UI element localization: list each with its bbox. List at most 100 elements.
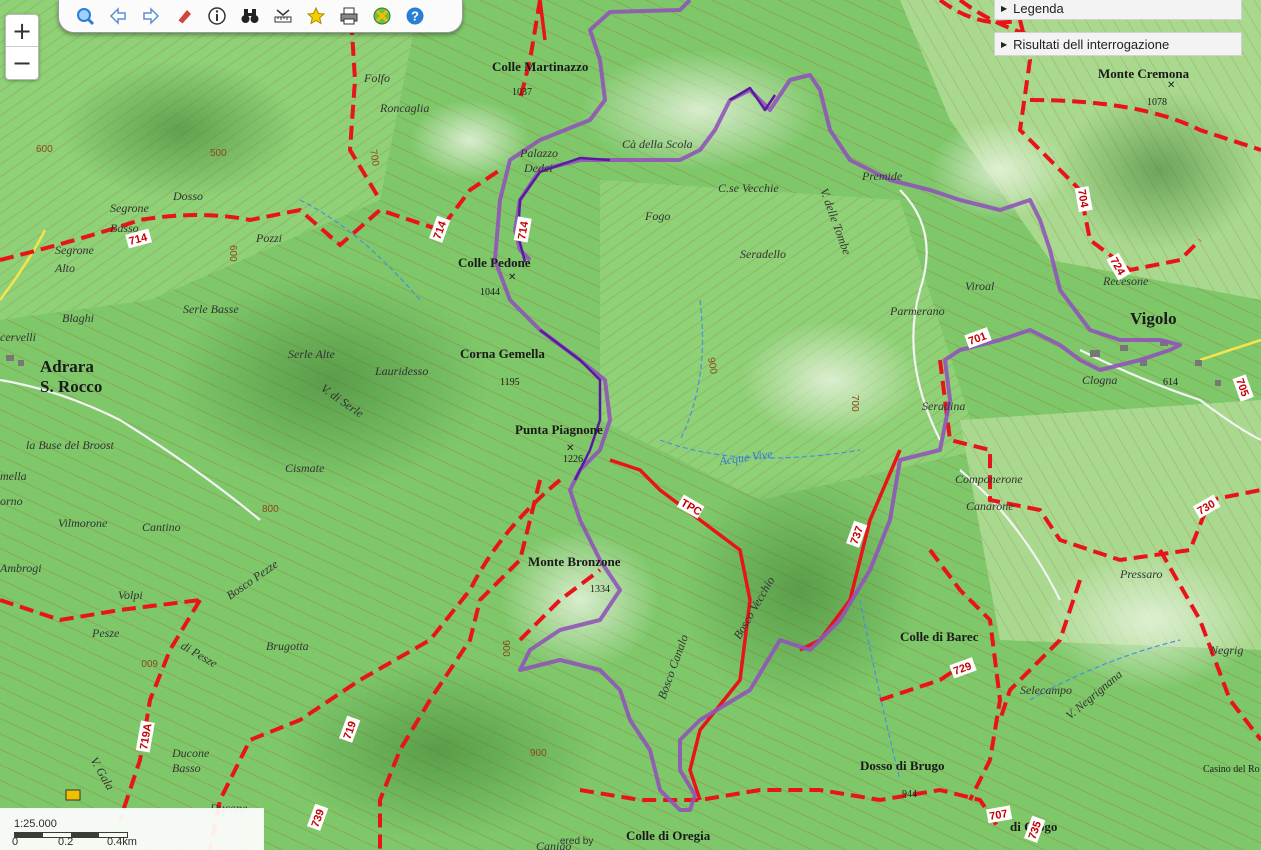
contour-label: 600 <box>141 657 158 668</box>
elevation: 1334 <box>590 584 610 595</box>
locality-label: Ducone <box>171 746 210 760</box>
label-s-rocco: S. Rocco <box>40 377 102 396</box>
locality-label: Negrig <box>1209 643 1243 657</box>
relief-light <box>930 120 1070 220</box>
elevation: 1195 <box>500 377 520 388</box>
locality-label: Ambrogi <box>0 561 42 575</box>
locality-label: Brugotta <box>266 639 309 653</box>
locality-label: Componerone <box>955 472 1023 486</box>
topographic-map[interactable]: ✕ ✕ ✕ Colle Martinazzo Monte Cremona Colle… <box>0 0 1261 850</box>
contour-label: 600 <box>36 144 53 155</box>
elevation: 944 <box>902 789 917 800</box>
binoculars-icon <box>241 9 259 23</box>
locality-label: Dosso <box>172 189 203 203</box>
label-colle-pedone: Colle Pedone <box>458 255 531 270</box>
locality-label: Blaghi <box>62 311 94 325</box>
locality-label: Serle Basse <box>183 302 239 316</box>
zoom-out-button[interactable]: − <box>6 46 38 78</box>
contour-label: 500 <box>210 148 227 159</box>
label-punta-piagnone: Punta Piagnone <box>515 422 603 437</box>
back-arrow-icon <box>109 7 126 25</box>
locality-label: Selecampo <box>1020 683 1072 697</box>
scale-tick: 0.4km <box>107 836 137 848</box>
measure-icon <box>274 9 292 23</box>
contour-label: 600 <box>227 245 238 262</box>
locality-label: Seradina <box>922 399 965 413</box>
locality-label: Pressaro <box>1119 567 1162 581</box>
locality-label: Palazzo <box>519 146 558 160</box>
layers-button[interactable] <box>368 3 396 29</box>
locality-label: Clogna <box>1082 373 1117 387</box>
elevation: 1044 <box>480 287 500 298</box>
back-button[interactable] <box>104 3 132 29</box>
locality-label: Vilmorone <box>58 516 108 530</box>
locality-label: Lauridesso <box>374 364 428 378</box>
locality-label: Premide <box>861 169 903 183</box>
elevation: 1226 <box>563 454 583 465</box>
locality-label: Viroal <box>965 279 995 293</box>
layers-icon <box>373 7 391 25</box>
locality-label: orno <box>0 494 23 508</box>
measure-button[interactable] <box>269 3 297 29</box>
help-icon: ? <box>406 7 424 25</box>
locality-label: Parmerano <box>889 304 945 318</box>
elevation: 614 <box>1163 377 1178 388</box>
eraser-icon <box>177 10 191 25</box>
locality-label: Segrone <box>110 201 150 215</box>
locality-label: Cismate <box>285 461 325 475</box>
label-vigolo: Vigolo <box>1130 309 1177 328</box>
info-button[interactable] <box>203 3 231 29</box>
attribution: ered by <box>560 836 594 847</box>
print-icon <box>340 7 358 25</box>
help-button[interactable]: ? <box>401 3 429 29</box>
label-casino: Casino del Ro <box>1203 764 1260 775</box>
svg-text:?: ? <box>411 9 419 24</box>
zoom-extent-button[interactable] <box>71 3 99 29</box>
zoom-in-button[interactable]: + <box>6 15 38 46</box>
locality-label: Segrone <box>55 243 95 257</box>
query-results-panel-toggle[interactable]: ▶ Risultati dell interrogazione <box>994 32 1242 56</box>
locality-label: Seradello <box>740 247 786 261</box>
print-button[interactable] <box>335 3 363 29</box>
label-monte-cremona: Monte Cremona <box>1098 66 1190 81</box>
relief-shadow <box>680 470 920 710</box>
forward-arrow-icon <box>143 7 160 25</box>
scale-bar: 1:25.000 0 0.2 0.4km <box>0 808 264 850</box>
elevation: 1037 <box>512 87 532 98</box>
zoom-control: + − <box>5 14 39 80</box>
label-colle-di-barec: Colle di Barec <box>900 629 979 644</box>
locality-label: Basso <box>172 761 201 775</box>
scale-tick: 0.2 <box>58 836 74 848</box>
legend-panel-toggle[interactable]: ▶ Legenda <box>994 0 1242 20</box>
locality-label: Volpi <box>118 588 143 602</box>
caret-right-icon: ▶ <box>1001 39 1008 49</box>
locality-label: la Buse del Broost <box>26 438 115 452</box>
locality-label: C.se Vecchie <box>718 181 779 195</box>
forward-button[interactable] <box>137 3 165 29</box>
svg-text:✕: ✕ <box>508 272 516 283</box>
locality-label: Roncaglia <box>379 101 429 115</box>
contour-label: 900 <box>500 640 511 657</box>
label-colle-di-oregia: Colle di Oregia <box>626 828 711 843</box>
contour-label: 900 <box>530 748 547 759</box>
contour-label: 700 <box>849 395 860 412</box>
scale-tick: 0 <box>12 836 19 848</box>
info-icon <box>208 7 226 25</box>
relief-light <box>740 320 920 440</box>
caret-right-icon: ▶ <box>1001 3 1008 13</box>
eraser-button[interactable] <box>170 3 198 29</box>
bookmark-button[interactable] <box>302 3 330 29</box>
locality-label: Cà della Scola <box>622 137 693 151</box>
label-dosso-di-brugo: Dosso di Brugo <box>860 758 945 773</box>
star-icon <box>306 6 326 25</box>
locality-label: Pesze <box>91 626 120 640</box>
label-corna-gemella: Corna Gemella <box>460 346 545 361</box>
find-button[interactable] <box>236 3 264 29</box>
zoom-extent-icon <box>77 8 95 26</box>
relief-shadow <box>60 60 300 200</box>
elevation: 1078 <box>1147 97 1167 108</box>
label-adrara: Adrara <box>40 357 94 376</box>
query-results-label: Risultati dell interrogazione <box>1013 36 1170 52</box>
label-monte-bronzone: Monte Bronzone <box>528 554 621 569</box>
locality-label: Alto <box>54 261 75 275</box>
